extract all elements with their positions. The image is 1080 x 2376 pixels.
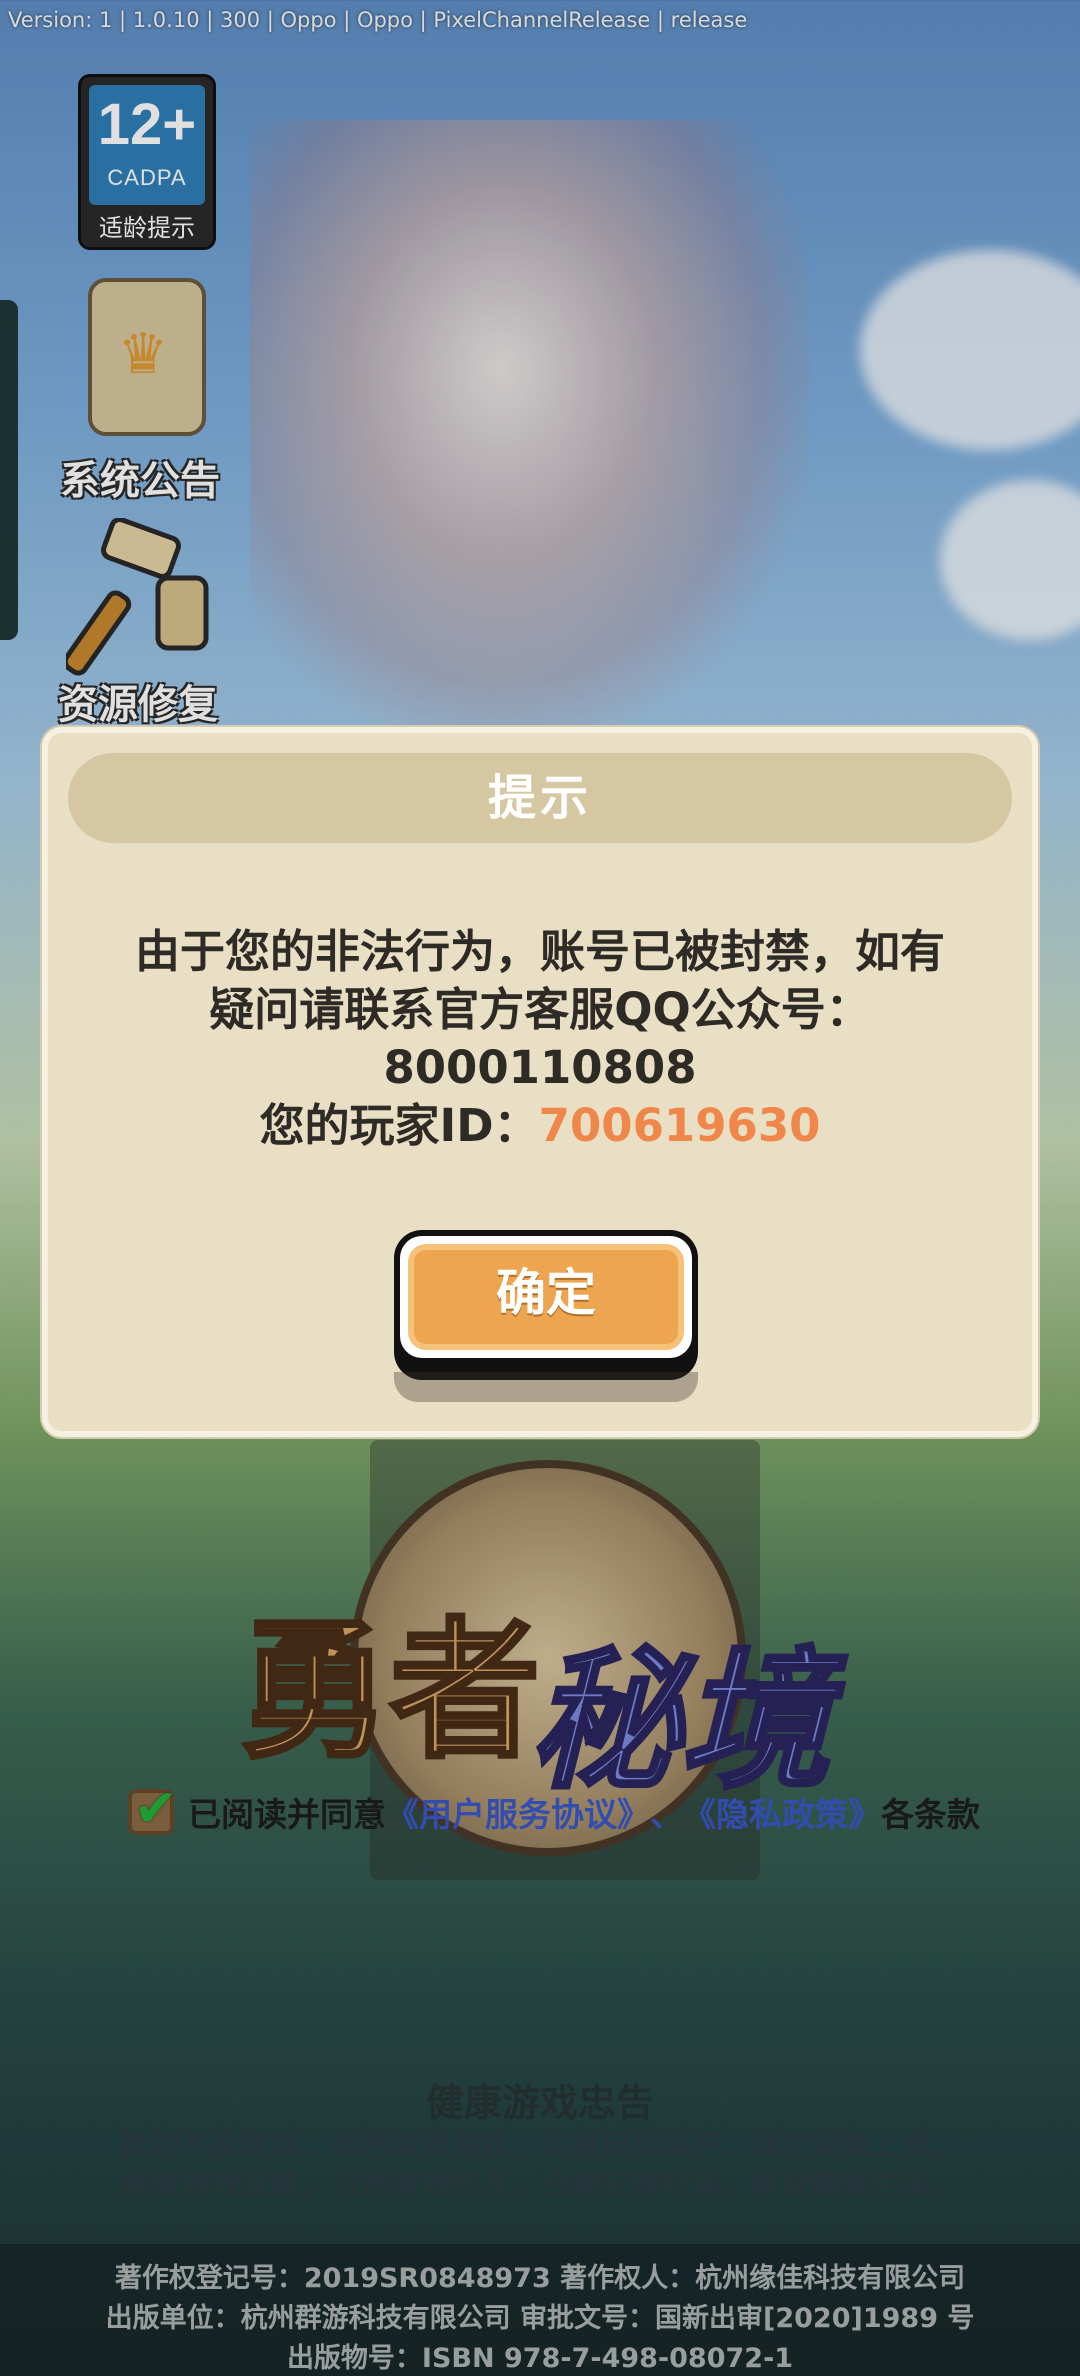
button-shadow xyxy=(394,1372,698,1402)
dialog-title-bar: 提示 xyxy=(68,753,1012,843)
confirm-button-label: 确定 xyxy=(408,1244,684,1350)
dialog-message: 由于您的非法行为，账号已被封禁，如有 疑问请联系官方客服QQ公众号： 80001… xyxy=(88,923,992,1155)
dialog-title: 提示 xyxy=(487,770,592,826)
player-id-value: 700619630 xyxy=(538,1099,821,1152)
ban-notice-dialog: 提示 由于您的非法行为，账号已被封禁，如有 疑问请联系官方客服QQ公众号： 80… xyxy=(42,727,1038,1437)
player-id-label: 您的玩家ID： xyxy=(259,1099,539,1152)
player-id-row: 您的玩家ID：700619630 xyxy=(88,1097,992,1155)
dialog-message-line: 由于您的非法行为，账号已被封禁，如有 xyxy=(134,925,945,978)
support-qq-number: 8000110808 xyxy=(383,1041,697,1094)
confirm-button[interactable]: 确定 xyxy=(394,1230,698,1402)
dialog-message-line: 疑问请联系官方客服QQ公众号： xyxy=(209,983,871,1036)
